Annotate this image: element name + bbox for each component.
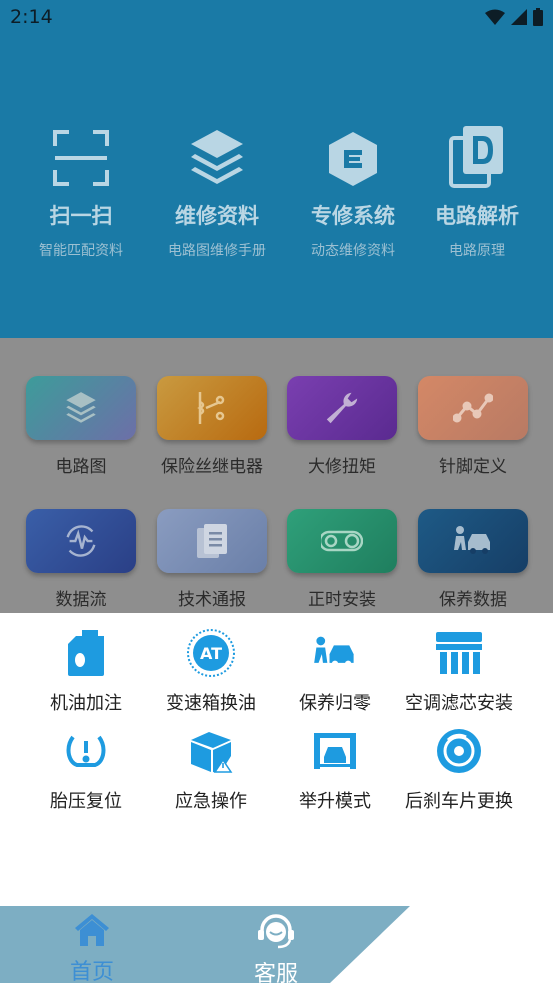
hero-repair-data[interactable]: 维修资料 电路图维修手册 bbox=[148, 116, 286, 260]
grid-item-data-stream[interactable]: 数据流 bbox=[16, 509, 146, 610]
hero-title: 电路解析 bbox=[435, 204, 519, 228]
scan-icon bbox=[53, 130, 109, 186]
op-rear-brake-pads[interactable]: 后刹车片更换 bbox=[390, 723, 528, 813]
at-gearbox-icon: AT bbox=[187, 629, 235, 677]
layers-icon bbox=[66, 392, 96, 423]
tab-customer-service[interactable]: 客服 bbox=[216, 912, 336, 988]
hero-subtitle: 智能匹配资料 bbox=[39, 243, 123, 259]
timing-belt-icon bbox=[321, 530, 363, 552]
hero-subtitle: 动态维修资料 bbox=[311, 243, 395, 259]
car-service-icon bbox=[454, 526, 490, 554]
hero-title: 专修系统 bbox=[311, 204, 395, 228]
op-gearbox-oil[interactable]: AT 变速箱换油 bbox=[142, 625, 280, 715]
hexagon-e-icon bbox=[329, 132, 377, 186]
function-grid: 电路图 保险丝继电器 大修扭矩 针脚定义 数据流 技术通报 正时安装 保养数据 bbox=[0, 338, 553, 613]
hero-subtitle: 电路图维修手册 bbox=[168, 243, 266, 259]
grid-item-label: 大修扭矩 bbox=[308, 457, 376, 477]
operations-sheet: 机油加注 AT 变速箱换油 保养归零 空调滤芯安装 胎压复位 应急操作 举升模式… bbox=[0, 613, 553, 906]
grid-item-circuit-diagram[interactable]: 电路图 bbox=[16, 376, 146, 477]
grid-item-label: 保险丝继电器 bbox=[161, 457, 263, 477]
tab-label: 首页 bbox=[69, 960, 114, 985]
grid-item-label: 数据流 bbox=[55, 590, 107, 610]
hero-title: 扫一扫 bbox=[49, 204, 113, 228]
op-ac-filter[interactable]: 空调滤芯安装 bbox=[390, 625, 528, 715]
signal-icon bbox=[511, 9, 527, 25]
grid-item-pin-definition[interactable]: 针脚定义 bbox=[408, 376, 538, 477]
at-badge-text: AT bbox=[200, 644, 222, 663]
op-lift-mode[interactable]: 举升模式 bbox=[266, 723, 404, 813]
grid-item-timing-install[interactable]: 正时安装 bbox=[277, 509, 407, 610]
headset-icon bbox=[258, 914, 294, 949]
lift-icon bbox=[314, 733, 356, 769]
home-icon bbox=[75, 914, 109, 946]
grid-item-maintenance-data[interactable]: 保养数据 bbox=[408, 509, 538, 610]
hero-title: 维修资料 bbox=[175, 204, 259, 228]
document-d-icon bbox=[449, 126, 503, 188]
status-time: 2:14 bbox=[10, 6, 53, 28]
bottom-tab-bar: 首页 客服 bbox=[0, 906, 553, 987]
op-label: 应急操作 bbox=[175, 791, 247, 812]
op-label: 空调滤芯安装 bbox=[405, 693, 513, 714]
status-bar: 2:14 bbox=[0, 0, 553, 36]
grid-item-overhaul-torque[interactable]: 大修扭矩 bbox=[277, 376, 407, 477]
op-label: 机油加注 bbox=[50, 693, 122, 714]
grid-item-fuse-relay[interactable]: 保险丝继电器 bbox=[147, 376, 277, 477]
op-label: 保养归零 bbox=[299, 693, 371, 714]
grid-item-label: 技术通报 bbox=[178, 590, 246, 610]
oil-can-icon bbox=[68, 630, 104, 676]
hero-circuit-analysis[interactable]: 电路解析 电路原理 bbox=[408, 116, 546, 260]
grid-item-label: 针脚定义 bbox=[439, 457, 507, 477]
op-label: 胎压复位 bbox=[50, 791, 122, 812]
document-icon bbox=[197, 524, 227, 558]
fuse-icon bbox=[197, 392, 225, 424]
op-emergency[interactable]: 应急操作 bbox=[142, 723, 280, 813]
battery-icon bbox=[533, 8, 543, 26]
hero-section: 扫一扫 智能匹配资料 维修资料 电路图维修手册 专修系统 动态维修资料 电路解析… bbox=[0, 36, 553, 338]
ac-filter-icon bbox=[436, 632, 482, 674]
op-oil-fill[interactable]: 机油加注 bbox=[17, 625, 155, 715]
layers-icon bbox=[191, 130, 243, 184]
hero-subtitle: 电路原理 bbox=[449, 243, 505, 259]
grid-item-label: 保养数据 bbox=[439, 590, 507, 610]
grid-item-tech-bulletin[interactable]: 技术通报 bbox=[147, 509, 277, 610]
hero-scan[interactable]: 扫一扫 智能匹配资料 bbox=[12, 116, 150, 260]
car-service-icon bbox=[314, 636, 354, 668]
data-wave-icon bbox=[66, 525, 96, 557]
brake-disc-icon bbox=[437, 729, 481, 773]
pin-graph-icon bbox=[453, 393, 493, 423]
grid-item-label: 正时安装 bbox=[308, 590, 376, 610]
emergency-box-icon bbox=[191, 732, 233, 773]
wrench-icon bbox=[326, 392, 358, 424]
op-maintenance-reset[interactable]: 保养归零 bbox=[266, 625, 404, 715]
op-label: 举升模式 bbox=[299, 791, 371, 812]
op-label: 后刹车片更换 bbox=[405, 791, 513, 812]
wifi-icon bbox=[485, 9, 505, 25]
grid-item-label: 电路图 bbox=[55, 457, 107, 477]
tab-home[interactable]: 首页 bbox=[32, 912, 152, 986]
tire-pressure-icon bbox=[66, 735, 106, 767]
hero-specialist-system[interactable]: 专修系统 动态维修资料 bbox=[284, 116, 422, 260]
op-tire-pressure-reset[interactable]: 胎压复位 bbox=[17, 723, 155, 813]
op-label: 变速箱换油 bbox=[166, 693, 256, 714]
tab-label: 客服 bbox=[253, 962, 298, 987]
